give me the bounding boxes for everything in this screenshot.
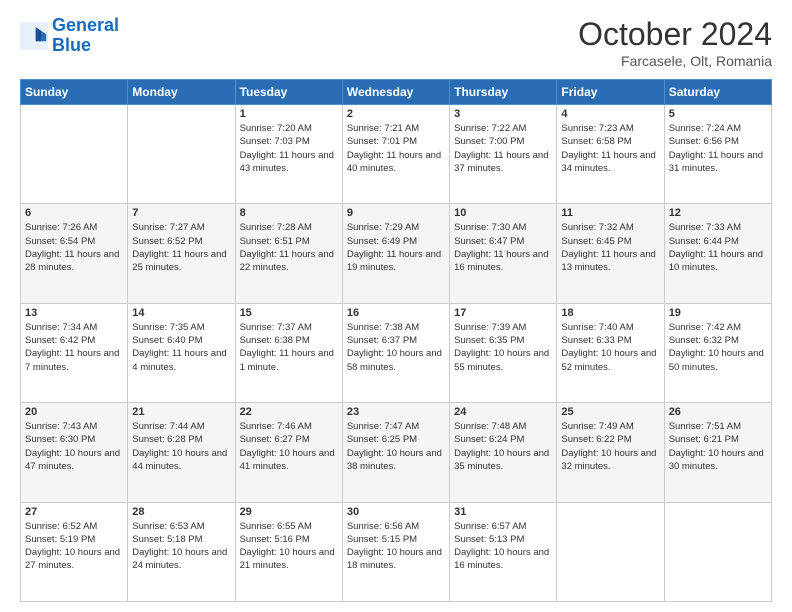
table-row: 1Sunrise: 7:20 AMSunset: 7:03 PMDaylight…	[235, 105, 342, 204]
table-row: 5Sunrise: 7:24 AMSunset: 6:56 PMDaylight…	[664, 105, 771, 204]
table-row	[557, 502, 664, 601]
table-row: 7Sunrise: 7:27 AMSunset: 6:52 PMDaylight…	[128, 204, 235, 303]
table-row: 26Sunrise: 7:51 AMSunset: 6:21 PMDayligh…	[664, 403, 771, 502]
table-row: 21Sunrise: 7:44 AMSunset: 6:28 PMDayligh…	[128, 403, 235, 502]
calendar-week-3: 13Sunrise: 7:34 AMSunset: 6:42 PMDayligh…	[21, 303, 772, 402]
title-block: October 2024 Farcasele, Olt, Romania	[578, 16, 772, 69]
table-row: 15Sunrise: 7:37 AMSunset: 6:38 PMDayligh…	[235, 303, 342, 402]
table-row: 25Sunrise: 7:49 AMSunset: 6:22 PMDayligh…	[557, 403, 664, 502]
location-subtitle: Farcasele, Olt, Romania	[578, 53, 772, 69]
table-row: 11Sunrise: 7:32 AMSunset: 6:45 PMDayligh…	[557, 204, 664, 303]
logo-icon	[20, 22, 48, 50]
table-row: 4Sunrise: 7:23 AMSunset: 6:58 PMDaylight…	[557, 105, 664, 204]
table-row: 24Sunrise: 7:48 AMSunset: 6:24 PMDayligh…	[450, 403, 557, 502]
table-row: 31Sunrise: 6:57 AMSunset: 5:13 PMDayligh…	[450, 502, 557, 601]
table-row: 13Sunrise: 7:34 AMSunset: 6:42 PMDayligh…	[21, 303, 128, 402]
table-row: 19Sunrise: 7:42 AMSunset: 6:32 PMDayligh…	[664, 303, 771, 402]
logo: GeneralBlue	[20, 16, 119, 56]
table-row: 18Sunrise: 7:40 AMSunset: 6:33 PMDayligh…	[557, 303, 664, 402]
col-sunday: Sunday	[21, 80, 128, 105]
table-row: 23Sunrise: 7:47 AMSunset: 6:25 PMDayligh…	[342, 403, 449, 502]
table-row: 12Sunrise: 7:33 AMSunset: 6:44 PMDayligh…	[664, 204, 771, 303]
table-row: 22Sunrise: 7:46 AMSunset: 6:27 PMDayligh…	[235, 403, 342, 502]
col-wednesday: Wednesday	[342, 80, 449, 105]
table-row: 8Sunrise: 7:28 AMSunset: 6:51 PMDaylight…	[235, 204, 342, 303]
table-row: 20Sunrise: 7:43 AMSunset: 6:30 PMDayligh…	[21, 403, 128, 502]
table-row: 2Sunrise: 7:21 AMSunset: 7:01 PMDaylight…	[342, 105, 449, 204]
page-header: GeneralBlue October 2024 Farcasele, Olt,…	[20, 16, 772, 69]
table-row: 14Sunrise: 7:35 AMSunset: 6:40 PMDayligh…	[128, 303, 235, 402]
table-row: 29Sunrise: 6:55 AMSunset: 5:16 PMDayligh…	[235, 502, 342, 601]
col-saturday: Saturday	[664, 80, 771, 105]
calendar-week-1: 1Sunrise: 7:20 AMSunset: 7:03 PMDaylight…	[21, 105, 772, 204]
table-row: 28Sunrise: 6:53 AMSunset: 5:18 PMDayligh…	[128, 502, 235, 601]
table-row: 6Sunrise: 7:26 AMSunset: 6:54 PMDaylight…	[21, 204, 128, 303]
table-row	[664, 502, 771, 601]
table-row: 9Sunrise: 7:29 AMSunset: 6:49 PMDaylight…	[342, 204, 449, 303]
calendar-table: Sunday Monday Tuesday Wednesday Thursday…	[20, 79, 772, 602]
calendar-week-5: 27Sunrise: 6:52 AMSunset: 5:19 PMDayligh…	[21, 502, 772, 601]
table-row: 17Sunrise: 7:39 AMSunset: 6:35 PMDayligh…	[450, 303, 557, 402]
table-row: 3Sunrise: 7:22 AMSunset: 7:00 PMDaylight…	[450, 105, 557, 204]
calendar-week-2: 6Sunrise: 7:26 AMSunset: 6:54 PMDaylight…	[21, 204, 772, 303]
calendar-header-row: Sunday Monday Tuesday Wednesday Thursday…	[21, 80, 772, 105]
col-monday: Monday	[128, 80, 235, 105]
logo-text: GeneralBlue	[52, 16, 119, 56]
table-row: 27Sunrise: 6:52 AMSunset: 5:19 PMDayligh…	[21, 502, 128, 601]
table-row: 10Sunrise: 7:30 AMSunset: 6:47 PMDayligh…	[450, 204, 557, 303]
calendar-week-4: 20Sunrise: 7:43 AMSunset: 6:30 PMDayligh…	[21, 403, 772, 502]
col-friday: Friday	[557, 80, 664, 105]
table-row	[21, 105, 128, 204]
col-thursday: Thursday	[450, 80, 557, 105]
month-title: October 2024	[578, 16, 772, 53]
table-row	[128, 105, 235, 204]
table-row: 30Sunrise: 6:56 AMSunset: 5:15 PMDayligh…	[342, 502, 449, 601]
table-row: 16Sunrise: 7:38 AMSunset: 6:37 PMDayligh…	[342, 303, 449, 402]
col-tuesday: Tuesday	[235, 80, 342, 105]
